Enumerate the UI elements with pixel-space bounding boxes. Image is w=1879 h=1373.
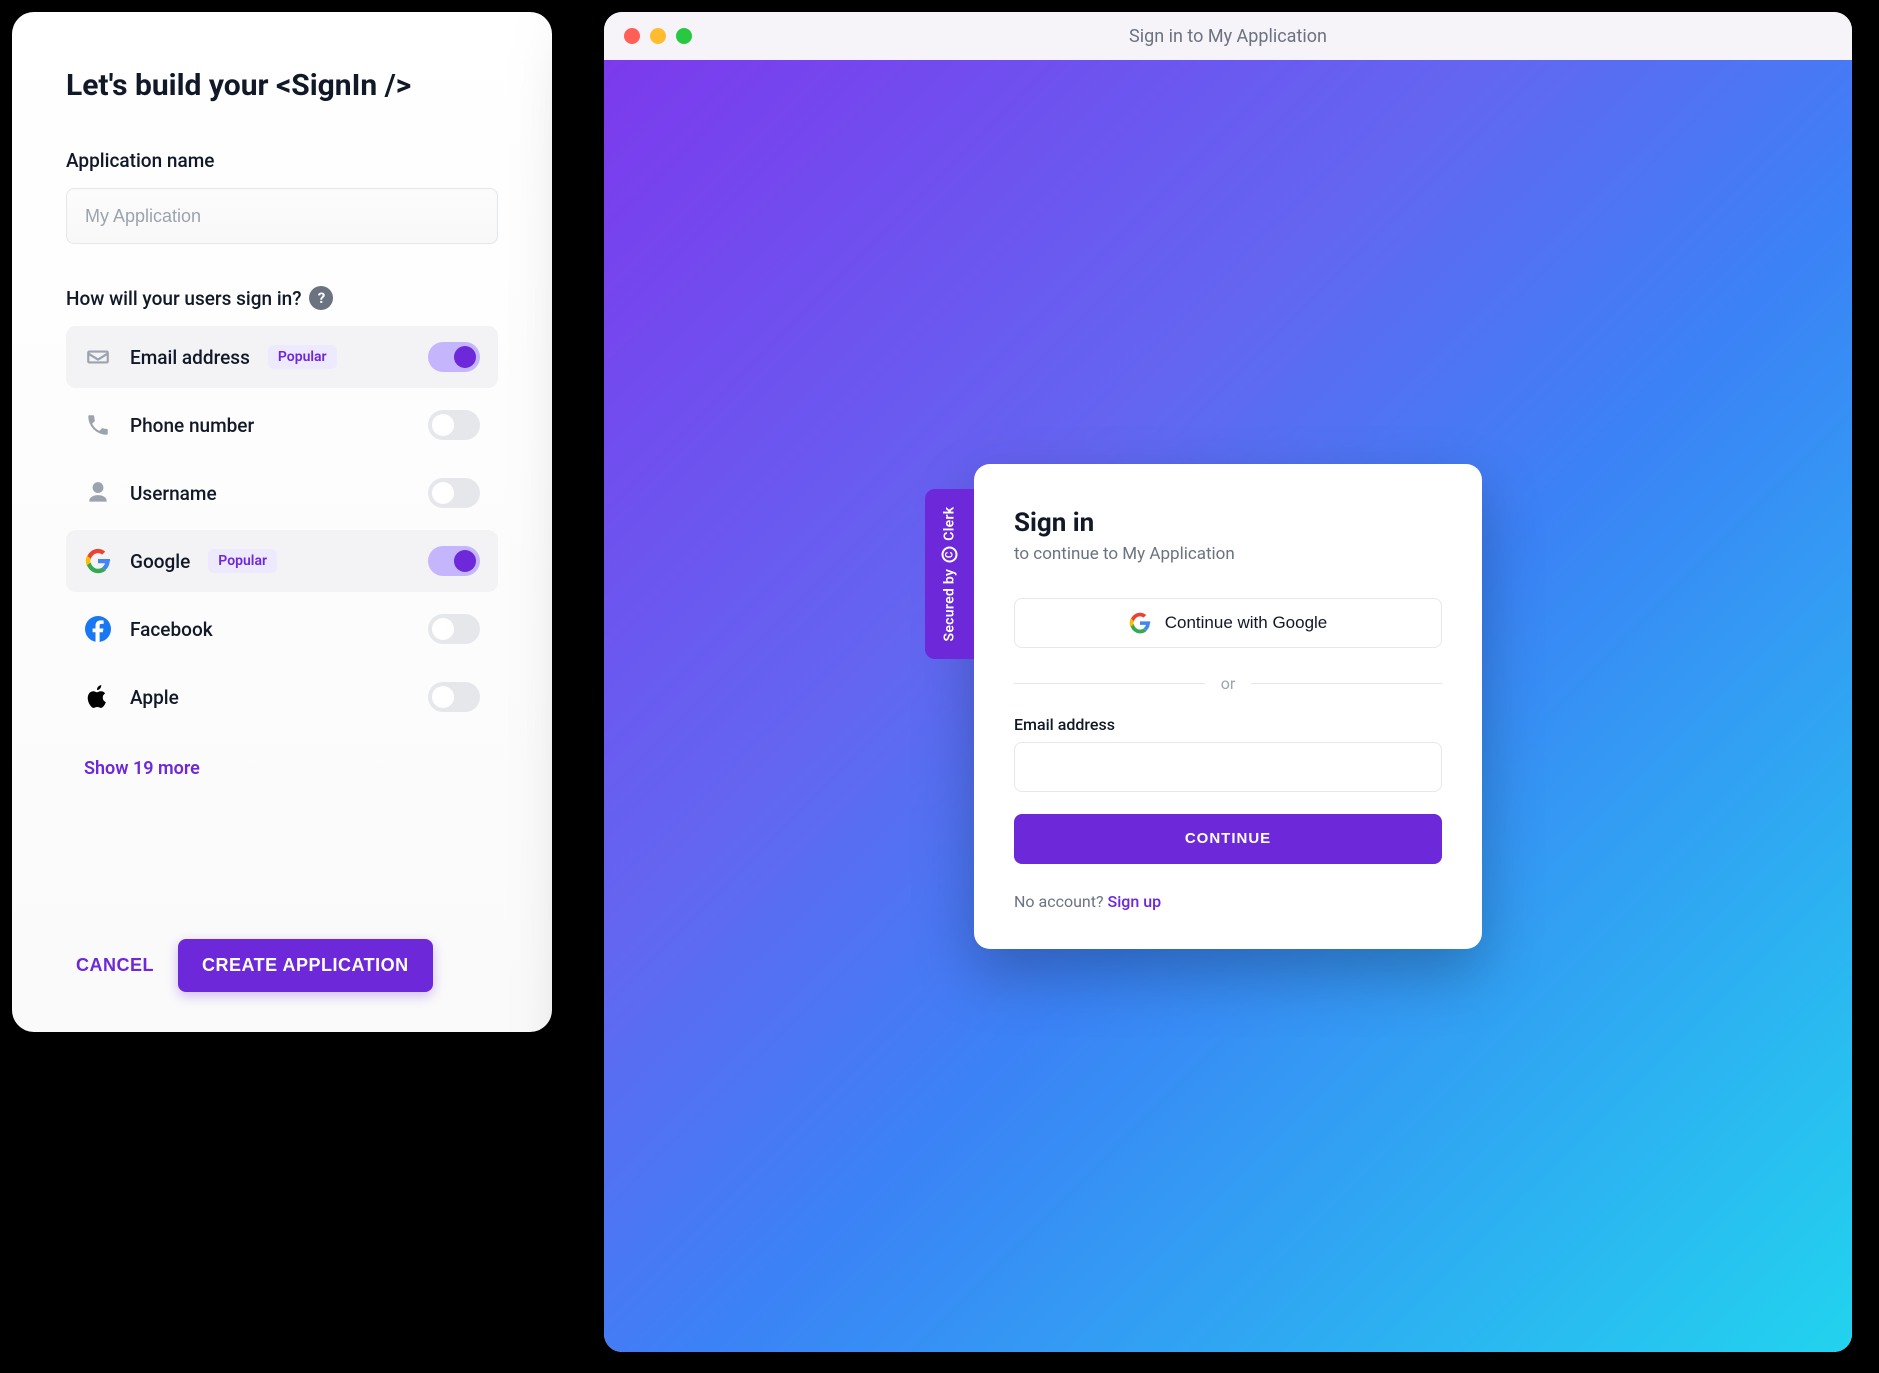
login-subtitle: to continue to My Application — [1014, 544, 1442, 564]
toggle-google[interactable] — [428, 546, 480, 576]
builder-actions: CANCEL CREATE APPLICATION — [66, 909, 498, 992]
option-apple[interactable]: Apple — [66, 666, 498, 728]
email-icon — [84, 343, 112, 371]
or-text: or — [1221, 674, 1236, 693]
phone-icon — [84, 411, 112, 439]
option-phone-label: Phone number — [130, 414, 254, 437]
toggle-email[interactable] — [428, 342, 480, 372]
clerk-icon: C — [942, 546, 958, 562]
secured-by-text: Secured by — [942, 568, 958, 641]
google-btn-label: Continue with Google — [1165, 613, 1328, 633]
show-more-link[interactable]: Show 19 more — [84, 758, 498, 779]
popular-badge: Popular — [208, 549, 277, 573]
google-icon — [1129, 612, 1151, 634]
option-facebook[interactable]: Facebook — [66, 598, 498, 660]
no-account-text: No account? Sign up — [1014, 892, 1442, 911]
signup-link[interactable]: Sign up — [1108, 892, 1162, 911]
option-google[interactable]: Google Popular — [66, 530, 498, 592]
option-email[interactable]: Email address Popular — [66, 326, 498, 388]
option-apple-label: Apple — [130, 686, 179, 709]
popular-badge: Popular — [268, 345, 337, 369]
close-window-icon[interactable] — [624, 28, 640, 44]
builder-title: Let's build your <SignIn /> — [66, 68, 498, 103]
preview-window: Sign in to My Application Secured by C C… — [604, 12, 1852, 1352]
toggle-phone[interactable] — [428, 410, 480, 440]
option-username-label: Username — [130, 482, 217, 505]
create-application-button[interactable]: CREATE APPLICATION — [178, 939, 433, 992]
app-name-input[interactable] — [66, 188, 498, 244]
email-input[interactable] — [1014, 742, 1442, 792]
google-icon — [84, 547, 112, 575]
toggle-username[interactable] — [428, 478, 480, 508]
login-card: Secured by C Clerk Sign in to continue t… — [974, 464, 1482, 949]
signin-methods-label: How will your users sign in? ? — [66, 286, 498, 310]
toggle-apple[interactable] — [428, 682, 480, 712]
builder-panel: Let's build your <SignIn /> Application … — [12, 12, 552, 1032]
cancel-button[interactable]: CANCEL — [66, 941, 164, 990]
brand-text: Clerk — [942, 506, 958, 540]
signin-question-text: How will your users sign in? — [66, 287, 301, 310]
toggle-facebook[interactable] — [428, 614, 480, 644]
login-title: Sign in — [1014, 508, 1442, 538]
help-icon[interactable]: ? — [309, 286, 333, 310]
option-google-label: Google — [130, 550, 190, 573]
preview-body: Secured by C Clerk Sign in to continue t… — [604, 60, 1852, 1352]
email-label: Email address — [1014, 715, 1442, 734]
option-email-label: Email address — [130, 346, 250, 369]
traffic-lights — [624, 28, 692, 44]
app-name-label: Application name — [66, 149, 498, 172]
secured-by-tab[interactable]: Secured by C Clerk — [925, 489, 974, 659]
continue-button[interactable]: CONTINUE — [1014, 814, 1442, 864]
facebook-icon — [84, 615, 112, 643]
minimize-window-icon[interactable] — [650, 28, 666, 44]
option-facebook-label: Facebook — [130, 618, 213, 641]
user-icon — [84, 479, 112, 507]
window-titlebar: Sign in to My Application — [604, 12, 1852, 60]
option-username[interactable]: Username — [66, 462, 498, 524]
window-title: Sign in to My Application — [604, 26, 1852, 47]
divider: or — [1014, 674, 1442, 693]
option-phone[interactable]: Phone number — [66, 394, 498, 456]
zoom-window-icon[interactable] — [676, 28, 692, 44]
apple-icon — [84, 683, 112, 711]
continue-with-google-button[interactable]: Continue with Google — [1014, 598, 1442, 648]
